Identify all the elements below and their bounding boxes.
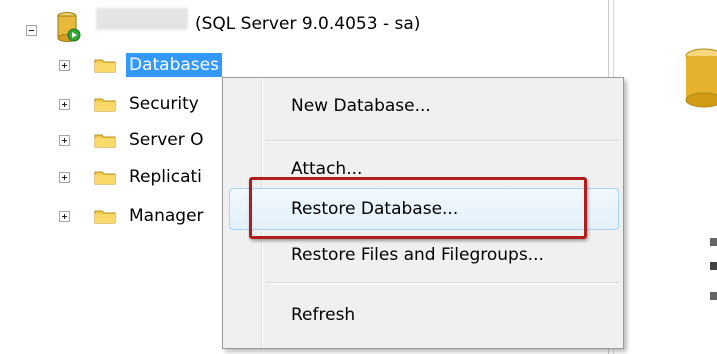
database-icon bbox=[685, 48, 717, 108]
folder-icon bbox=[94, 59, 116, 73]
tree-item-server-objects[interactable]: Server O bbox=[126, 128, 207, 152]
menu-separator bbox=[265, 140, 619, 142]
menu-separator bbox=[265, 282, 619, 284]
collapse-server-icon[interactable] bbox=[26, 25, 37, 36]
menu-item-refresh[interactable]: Refresh bbox=[291, 304, 355, 326]
folder-icon bbox=[94, 210, 116, 224]
expand-databases-icon[interactable] bbox=[59, 60, 70, 71]
annotation-highlight-box bbox=[249, 177, 587, 239]
expand-management-icon[interactable] bbox=[59, 211, 70, 222]
tree-item-management[interactable]: Manager bbox=[126, 204, 207, 228]
folder-icon bbox=[94, 134, 116, 148]
folder-icon bbox=[94, 171, 116, 185]
folder-icon bbox=[94, 98, 116, 112]
tree-item-databases[interactable]: Databases bbox=[126, 53, 222, 77]
menu-item-restore-files-and-filegroups[interactable]: Restore Files and Filegroups... bbox=[291, 244, 544, 266]
blurred-server-name bbox=[96, 8, 188, 30]
expand-replication-icon[interactable] bbox=[59, 172, 70, 183]
tree-item-replication[interactable]: Replicati bbox=[126, 165, 205, 189]
menu-item-new-database[interactable]: New Database... bbox=[291, 95, 431, 117]
partial-text-fragment bbox=[710, 238, 717, 246]
partial-text-fragment bbox=[710, 262, 717, 270]
tree-item-security[interactable]: Security bbox=[126, 92, 202, 116]
partial-text-fragment bbox=[710, 292, 717, 300]
expand-security-icon[interactable] bbox=[59, 99, 70, 110]
server-label[interactable]: (SQL Server 9.0.4053 - sa) bbox=[192, 12, 423, 36]
server-icon bbox=[57, 12, 81, 42]
expand-server-objects-icon[interactable] bbox=[59, 135, 70, 146]
